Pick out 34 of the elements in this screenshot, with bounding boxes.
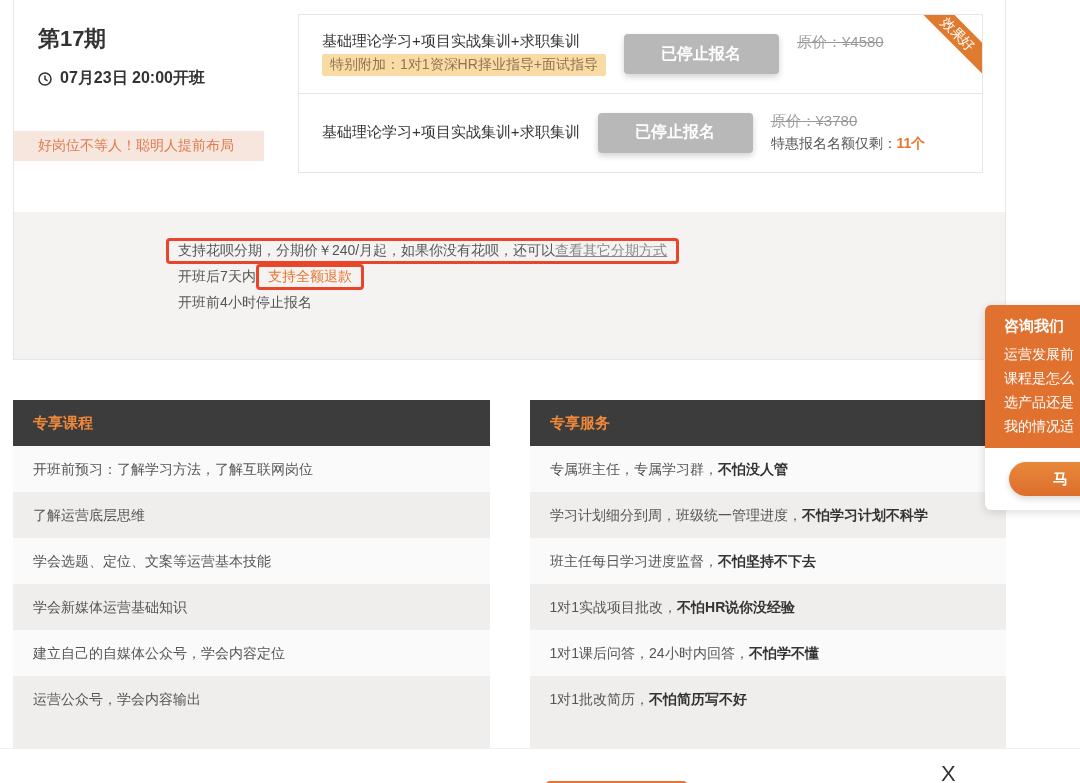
start-time: 07月23日 20:00开班 [60, 68, 205, 88]
table-row: 班主任每日学习进度监督，不怕坚持不下去 [529, 538, 1006, 584]
popup-text: 运营发展前 [1004, 345, 1075, 364]
table-row: 了解运营底层思维 [13, 492, 490, 538]
note-text: 支持花呗分期，分期价￥240/月起，如果你没有花呗，还可以 [178, 242, 556, 258]
popup-text: 课程是怎么 [1004, 369, 1075, 388]
table-row: 建立自己的自媒体公众号，学会内容定位 [13, 630, 490, 676]
quota-text: 特惠报名名额仅剩：11个 [770, 135, 926, 153]
consult-button[interactable]: 马 [1009, 462, 1080, 496]
popup-text: 我的情况适 [1004, 417, 1075, 436]
bonus-tag: 特别附加：1对1资深HR择业指导+面试指导 [322, 54, 606, 76]
clock-icon [38, 71, 52, 86]
plan-name: 基础理论学习+项目实战集训+求职集训 [322, 32, 580, 51]
table-row: 1对1批改简历，不怕简历写不好 [529, 676, 1006, 722]
table-row: 学会新媒体运营基础知识 [13, 584, 490, 630]
original-price: 原价：¥3780 [770, 112, 858, 131]
note-text: 开班前4小时停止报名 [178, 294, 312, 312]
table-header: 专享课程 [13, 400, 490, 446]
slogan-banner: 好岗位不等人！聪明人提前布局 [14, 131, 264, 161]
table-row: 学会选题、定位、文案等运营基本技能 [13, 538, 490, 584]
inline-link[interactable]: 支持全额退款 [267, 268, 352, 284]
cohort-title: 第17期 [38, 25, 108, 53]
plan-name: 基础理论学习+项目实战集训+求职集训 [322, 123, 580, 142]
popup-text: 选产品还是 [1004, 393, 1075, 412]
table-row: 运营公众号，学会内容输出 [13, 676, 490, 722]
popup-title: 咨询我们 [1004, 317, 1065, 336]
table-row: 1对1课后问答，24小时内回答，不怕学不懂 [529, 630, 1006, 676]
table-row: 学习计划细分到周，班级统一管理进度，不怕学习计划不科学 [529, 492, 1006, 538]
note-text: 开班后7天内 [178, 268, 256, 286]
table-row: 开班前预习：了解学习方法，了解互联网岗位 [13, 446, 490, 492]
close-button[interactable]: X [941, 763, 956, 783]
table-row: 1对1实战项目批改，不怕HR说你没经验 [529, 584, 1006, 630]
inline-link[interactable]: 查看其它分期方式 [555, 242, 668, 258]
original-price: 原价：¥4580 [796, 33, 884, 52]
